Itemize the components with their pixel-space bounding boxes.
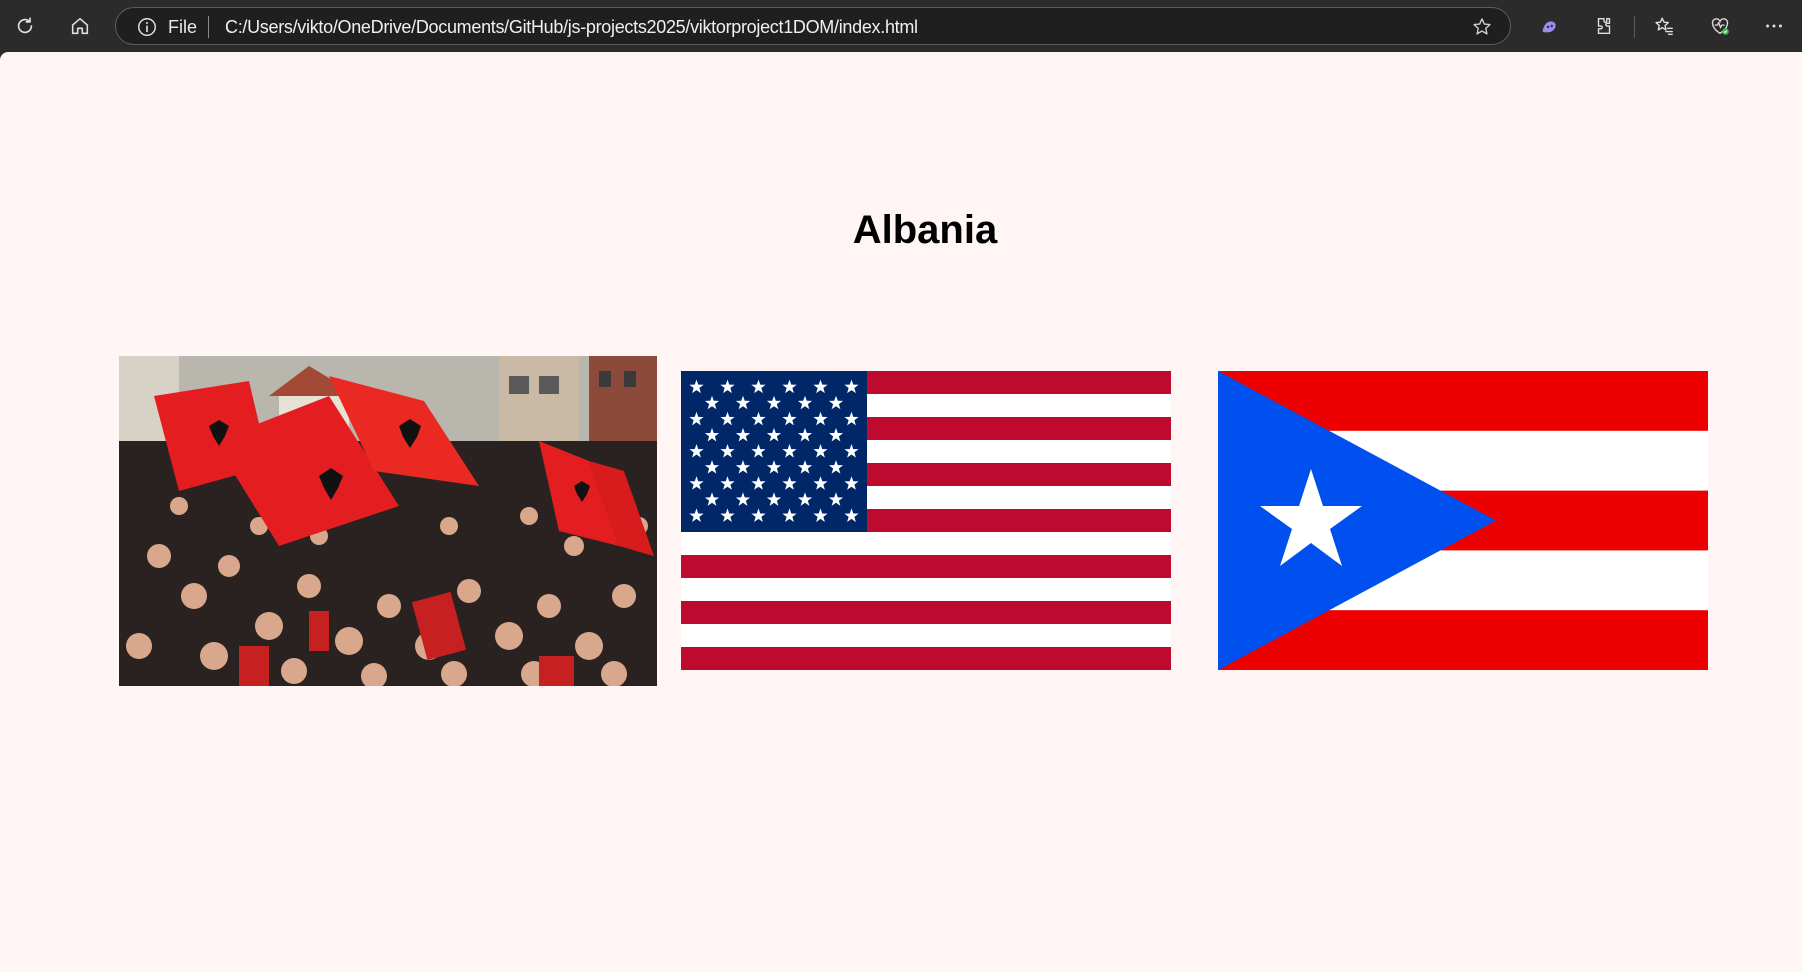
favorite-star-icon [1473,18,1491,35]
address-separator [208,16,209,38]
copilot-button[interactable] [1533,10,1565,42]
home-button[interactable] [64,10,96,42]
favorites-icon [1655,17,1673,35]
page-content: Albania [0,52,1802,972]
scheme-label: File [168,17,198,37]
refresh-icon [17,17,33,34]
more-icon [1766,24,1782,28]
usa-flag-stripe [681,555,1171,578]
browser-essentials-icon [1711,18,1729,35]
browser-toolbar: File C:/Users/vikto/OneDrive/Documents/G… [0,0,1802,52]
home-icon [71,17,89,35]
page-title: Albania [852,208,998,252]
url-text[interactable]: C:/Users/vikto/OneDrive/Documents/GitHub… [225,17,918,38]
usa-flag-stripe [681,601,1171,624]
toolbar-divider [1634,16,1635,38]
info-icon [138,18,156,36]
refresh-button[interactable] [9,10,41,42]
usa-flag-image [681,371,1171,670]
browser-essentials-button[interactable] [1704,10,1736,42]
albania-crowd-image [119,356,657,686]
copilot-icon [1542,21,1556,33]
usa-flag-stripe [681,647,1171,670]
puerto-rico-flag-image [1218,371,1708,670]
favorites-button[interactable] [1648,10,1680,42]
site-info-button[interactable] [136,16,158,38]
extensions-icon [1597,17,1611,35]
address-bar[interactable]: File C:/Users/vikto/OneDrive/Documents/G… [115,7,1511,45]
more-button[interactable] [1758,10,1790,42]
favorite-button[interactable] [1470,15,1494,39]
extensions-button[interactable] [1588,10,1620,42]
